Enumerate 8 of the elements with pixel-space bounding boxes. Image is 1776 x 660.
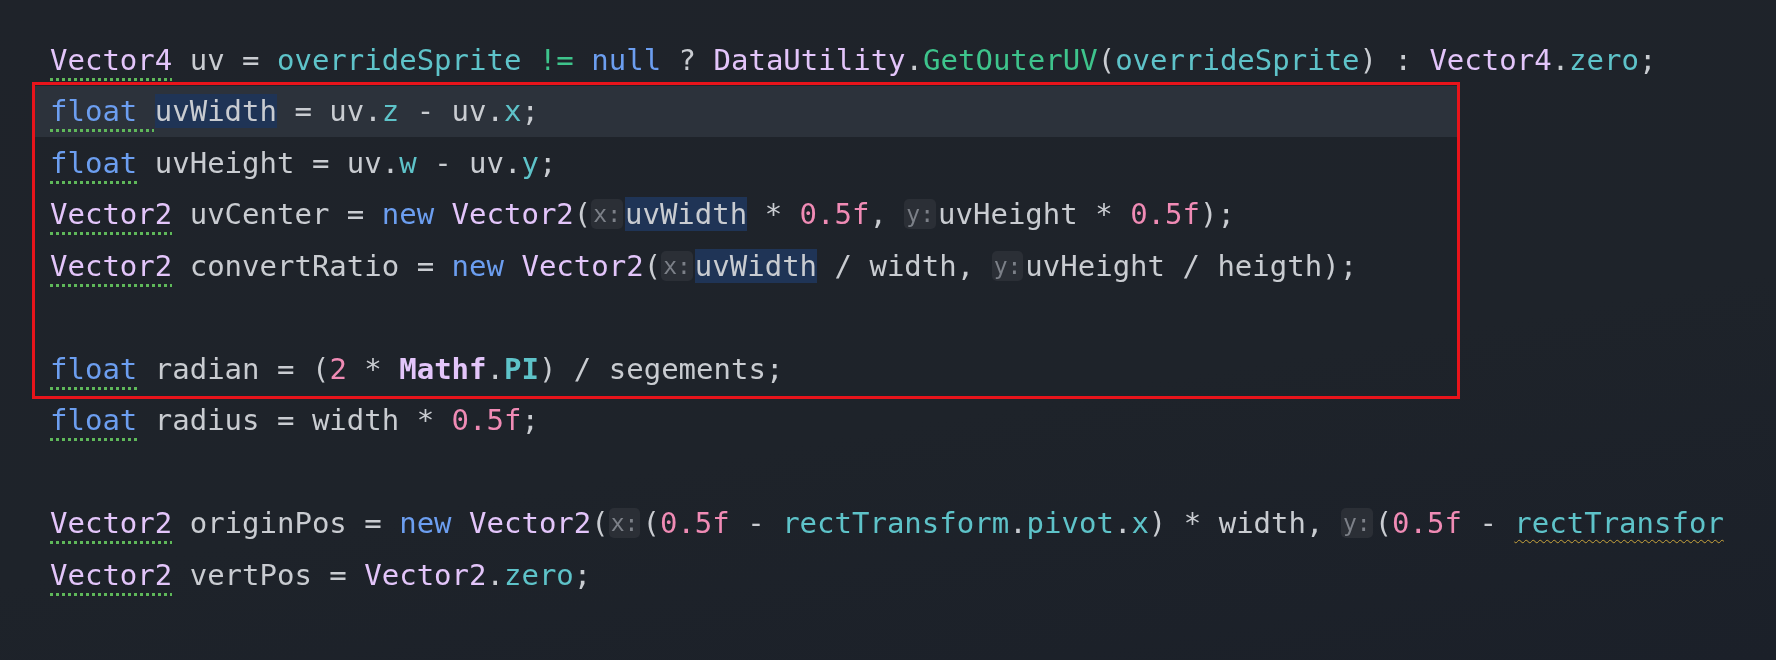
code-line: Vector2 uvCenter = new Vector2(x:uvWidth * 0.5f, y:uvHeight * 0.5f);: [49, 196, 1236, 234]
code-line: Vector2 originPos = new Vector2(x:(0.5f - rectTransform.pivot.x) * width, y:(0.5f - rectTransfor: [49, 505, 1725, 543]
code-line: float radian = (2 * Mathf.PI) / segements;: [49, 350, 785, 388]
code-line: float uvHeight = uv.w - uv.y;: [49, 144, 558, 182]
code-line: Vector2 vertPos = Vector2.zero;: [49, 556, 593, 594]
code-line: Vector4 uv = overrideSprite != null ? DataUtility.GetOuterUV(overrideSprite) : Vector4.zero;: [49, 41, 1658, 79]
code-line: Vector2 convertRatio = new Vector2(x:uvWidth / width, y:uvHeight / heigth);: [49, 247, 1359, 285]
code-line: float radius = width * 0.5f;: [49, 402, 540, 440]
